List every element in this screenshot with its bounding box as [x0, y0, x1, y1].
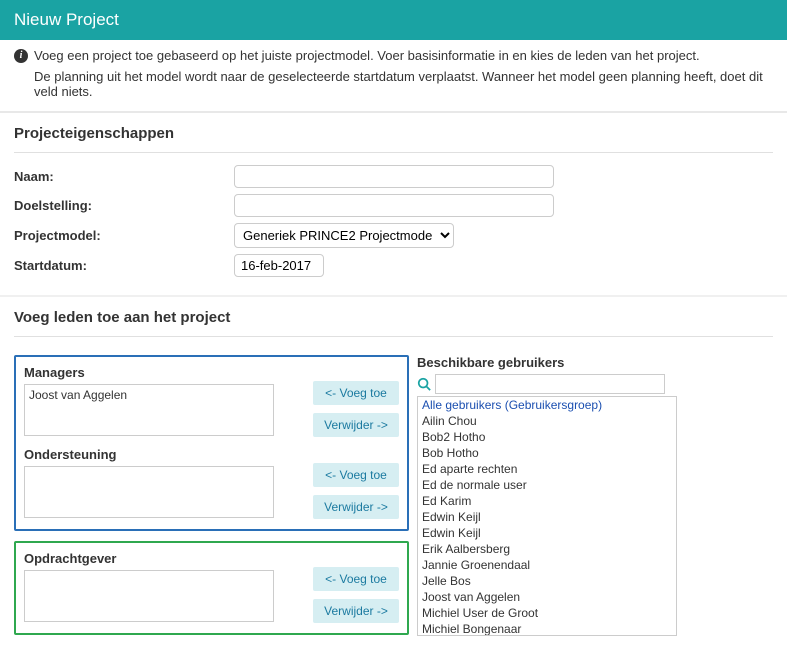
user-row[interactable]: Michiel Bongenaar — [418, 621, 676, 636]
owner-box: Opdrachtgever <- Voeg toe Verwijder -> — [14, 541, 409, 635]
info-text-1: Voeg een project toe gebaseerd op het ju… — [34, 48, 700, 63]
model-label: Projectmodel: — [14, 228, 234, 243]
support-add-button[interactable]: <- Voeg toe — [313, 463, 399, 487]
start-label: Startdatum: — [14, 258, 234, 273]
managers-title: Managers — [24, 365, 297, 380]
managers-box: Managers Joost van Aggelen <- Voeg toe V… — [14, 355, 409, 531]
user-row[interactable]: Ed Karim — [418, 493, 676, 509]
user-row[interactable]: Edwin Keijl — [418, 525, 676, 541]
user-row[interactable]: Jelle Bos — [418, 573, 676, 589]
available-title: Beschikbare gebruikers — [417, 355, 773, 370]
goal-label: Doelstelling: — [14, 198, 234, 213]
properties-heading: Projecteigenschappen — [14, 113, 773, 153]
name-input[interactable] — [234, 165, 554, 188]
user-row[interactable]: Michiel User de Groot — [418, 605, 676, 621]
members-heading: Voeg leden toe aan het project — [14, 297, 773, 337]
members-section: Voeg leden toe aan het project — [0, 297, 787, 337]
owner-listbox[interactable] — [24, 570, 274, 622]
user-row[interactable]: Erik Aalbersberg — [418, 541, 676, 557]
start-date-input[interactable] — [234, 254, 324, 277]
user-search-input[interactable] — [435, 374, 665, 394]
owner-add-button[interactable]: <- Voeg toe — [313, 567, 399, 591]
available-users-listbox[interactable]: Alle gebruikers (Gebruikersgroep)Ailin C… — [417, 396, 677, 636]
user-row[interactable]: Joost van Aggelen — [418, 589, 676, 605]
user-group-header[interactable]: Alle gebruikers (Gebruikersgroep) — [418, 397, 676, 413]
owner-title: Opdrachtgever — [24, 551, 297, 566]
user-row[interactable]: Ailin Chou — [418, 413, 676, 429]
user-row[interactable]: Ed aparte rechten — [418, 461, 676, 477]
user-row[interactable]: Jannie Groenendaal — [418, 557, 676, 573]
page-title: Nieuw Project — [14, 10, 119, 29]
managers-remove-button[interactable]: Verwijder -> — [313, 413, 399, 437]
model-select[interactable]: Generiek PRINCE2 Projectmodel (NL) — [234, 223, 454, 248]
page-header: Nieuw Project — [0, 0, 787, 40]
search-icon — [417, 377, 431, 391]
user-row[interactable]: Bob2 Hotho — [418, 429, 676, 445]
support-remove-button[interactable]: Verwijder -> — [313, 495, 399, 519]
name-label: Naam: — [14, 169, 234, 184]
list-item[interactable]: Joost van Aggelen — [27, 387, 271, 403]
goal-input[interactable] — [234, 194, 554, 217]
user-row[interactable]: Bob Hotho — [418, 445, 676, 461]
user-row[interactable]: Edwin Keijl — [418, 509, 676, 525]
info-panel: i Voeg een project toe gebaseerd op het … — [0, 40, 787, 113]
managers-add-button[interactable]: <- Voeg toe — [313, 381, 399, 405]
managers-listbox[interactable]: Joost van Aggelen — [24, 384, 274, 436]
user-row[interactable]: Ed de normale user — [418, 477, 676, 493]
owner-remove-button[interactable]: Verwijder -> — [313, 599, 399, 623]
properties-section: Projecteigenschappen Naam: Doelstelling:… — [0, 113, 787, 277]
support-title: Ondersteuning — [24, 447, 297, 462]
support-listbox[interactable] — [24, 466, 274, 518]
info-icon: i — [14, 49, 28, 63]
info-text-2: De planning uit het model wordt naar de … — [14, 69, 773, 99]
